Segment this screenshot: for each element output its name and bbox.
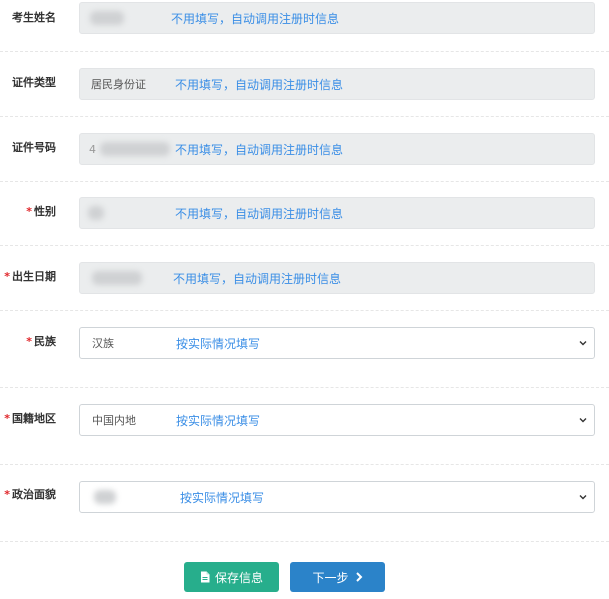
field-label: 民族 xyxy=(34,335,56,348)
chevron-down-icon xyxy=(579,495,587,500)
field-label: 性别 xyxy=(34,205,56,218)
field-hint: 不用填写，自动调用注册时信息 xyxy=(173,272,342,286)
required-mark: * xyxy=(26,335,32,348)
label-ethnicity: * 民族 xyxy=(26,335,56,349)
label-nationality: * 国籍地区 xyxy=(4,412,56,426)
birthdate-field: 不用填写，自动调用注册时信息 xyxy=(79,262,595,294)
label-political-status: * 政治面貌 xyxy=(4,488,56,502)
divider xyxy=(0,310,609,311)
save-button[interactable]: 保存信息 xyxy=(184,562,279,592)
divider xyxy=(0,51,609,52)
name-field: 不用填写，自动调用注册时信息 xyxy=(79,2,595,34)
field-label: 出生日期 xyxy=(12,270,56,283)
field-hint: 不用填写，自动调用注册时信息 xyxy=(175,207,344,221)
id-number-field: 4 不用填写，自动调用注册时信息 xyxy=(79,133,595,165)
blurred-value xyxy=(90,11,124,25)
field-hint: 不用填写，自动调用注册时信息 xyxy=(175,78,344,92)
required-mark: * xyxy=(26,205,32,218)
blurred-value xyxy=(88,206,104,220)
next-step-button[interactable]: 下一步 xyxy=(290,562,385,592)
divider xyxy=(0,464,609,465)
field-label: 政治面貌 xyxy=(12,488,56,501)
field-label: 证件类型 xyxy=(12,76,56,89)
save-button-label: 保存信息 xyxy=(214,570,263,585)
divider xyxy=(0,387,609,388)
label-id-type: 证件类型 xyxy=(12,76,56,90)
chevron-down-icon xyxy=(579,341,587,346)
field-label: 考生姓名 xyxy=(12,11,56,24)
blurred-value xyxy=(92,271,142,285)
divider xyxy=(0,116,609,117)
gender-field: 不用填写，自动调用注册时信息 xyxy=(79,197,595,229)
field-label: 证件号码 xyxy=(12,141,56,154)
chevron-down-icon xyxy=(579,418,587,423)
field-value: 居民身份证 xyxy=(91,78,146,91)
next-button-label: 下一步 xyxy=(312,570,349,585)
label-gender: * 性别 xyxy=(26,205,56,219)
field-hint: 按实际情况填写 xyxy=(180,491,265,505)
nationality-select[interactable]: 中国内地 按实际情况填写 xyxy=(79,404,595,436)
id-type-field: 居民身份证 不用填写，自动调用注册时信息 xyxy=(79,68,595,100)
political-status-select[interactable]: 按实际情况填写 xyxy=(79,481,595,513)
ethnicity-select[interactable]: 汉族 按实际情况填写 xyxy=(79,327,595,359)
blurred-value xyxy=(100,142,170,156)
field-hint: 按实际情况填写 xyxy=(176,337,261,351)
field-hint: 不用填写，自动调用注册时信息 xyxy=(171,12,340,26)
label-name: 考生姓名 xyxy=(12,11,56,25)
divider xyxy=(0,181,609,182)
blurred-value xyxy=(94,490,116,504)
divider xyxy=(0,541,609,542)
field-hint: 按实际情况填写 xyxy=(176,414,261,428)
required-mark: * xyxy=(4,270,10,283)
field-value: 中国内地 xyxy=(92,414,136,427)
document-icon xyxy=(200,571,210,583)
required-mark: * xyxy=(4,488,10,501)
field-value: 4 xyxy=(89,143,96,156)
label-id-number: 证件号码 xyxy=(12,141,56,155)
chevron-right-icon xyxy=(355,572,362,582)
field-value: 汉族 xyxy=(92,337,114,350)
field-label: 国籍地区 xyxy=(12,412,56,425)
divider xyxy=(0,245,609,246)
field-hint: 不用填写，自动调用注册时信息 xyxy=(175,143,344,157)
label-birthdate: * 出生日期 xyxy=(4,270,56,284)
required-mark: * xyxy=(4,412,10,425)
